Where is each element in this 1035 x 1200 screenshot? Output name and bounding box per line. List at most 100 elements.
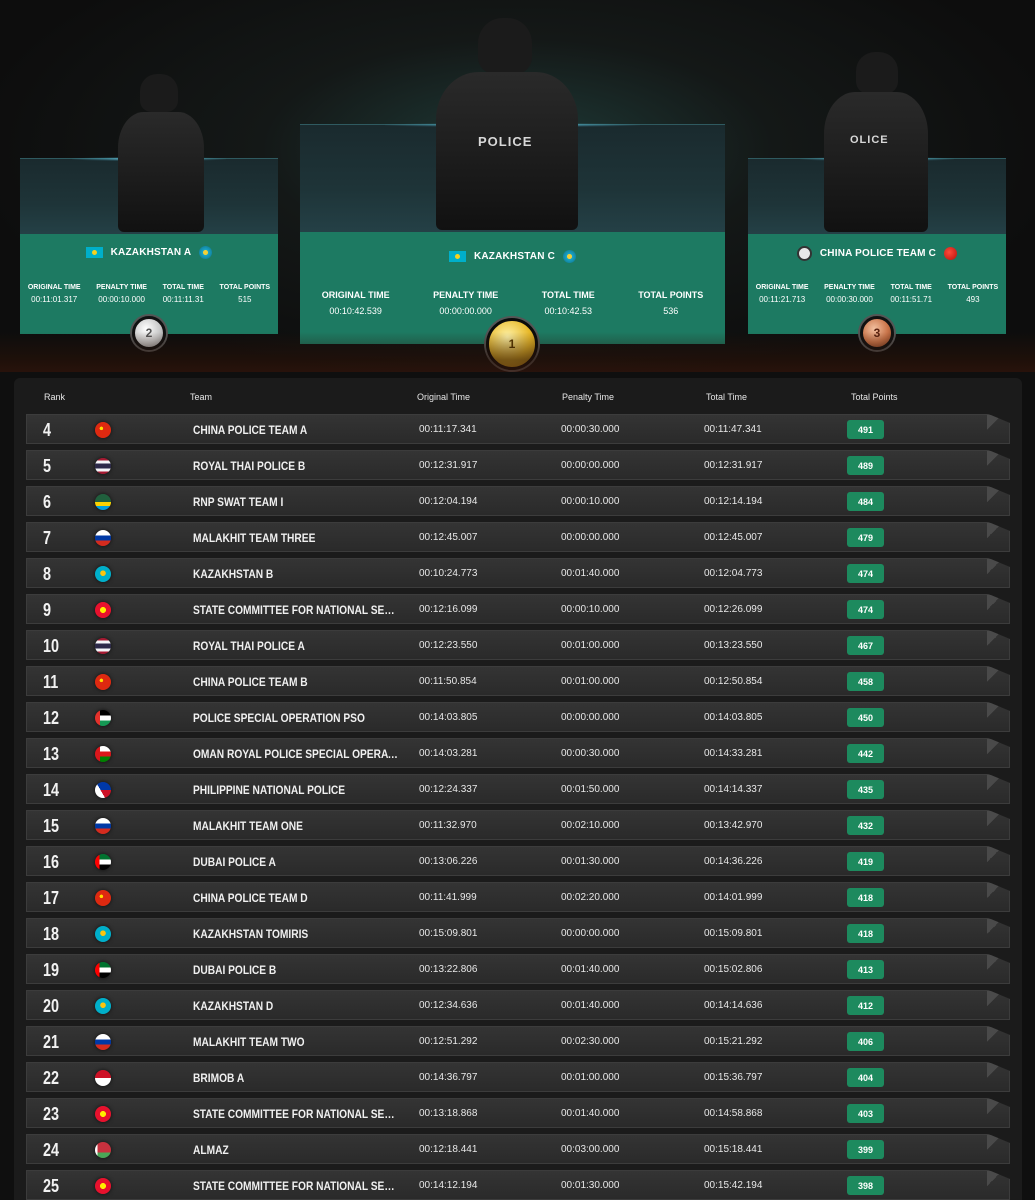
team-name: RNP SWAT TEAM I [193,495,284,509]
points-badge: 435 [847,780,884,799]
table-row[interactable]: 19 DUBAI POLICE B 00:13:22.806 00:01:40.000… [26,954,1010,984]
total-points-value: 515 [238,295,252,304]
original-time: 00:10:24.773 [419,568,478,579]
table-row[interactable]: 5 ROYAL THAI POLICE B 00:12:31.917 00:00:00… [26,450,1010,480]
points-badge: 413 [847,960,884,979]
points-badge: 474 [847,600,884,619]
rank-number: 23 [43,1104,60,1124]
table-row[interactable]: 16 DUBAI POLICE A 00:13:06.226 00:01:30.000… [26,846,1010,876]
podium-card-second[interactable]: KAZAKHSTAN A ORIGINAL TIME 00:11:01.317 P… [20,60,278,350]
podium-card-first[interactable]: POLICE KAZAKHSTAN C ORIGINAL TIME 00:10:4… [300,14,725,370]
podium-card-third[interactable]: OLICE CHINA POLICE TEAM C ORIGINAL TIME 0… [748,48,1006,350]
table-row[interactable]: 23 STATE COMMITTEE FOR NATIONAL SECURITY … [26,1098,1010,1128]
rank-number: 8 [43,564,52,584]
original-time: 00:15:09.801 [419,928,478,939]
penalty-time-value: 00:00:10.000 [98,295,145,304]
original-time: 00:14:36.797 [419,1072,478,1083]
original-time-value: 00:11:21.713 [759,295,806,304]
total-points-header[interactable]: Total Points [851,392,898,402]
table-row[interactable]: 6 RNP SWAT TEAM I 00:12:04.194 00:00:10.000… [26,486,1010,516]
penalty-time: 00:01:40.000 [561,1108,620,1119]
original-time: 00:13:22.806 [419,964,478,975]
penalty-time: 00:02:20.000 [561,892,620,903]
table-row[interactable]: 21 MALAKHIT TEAM TWO 00:12:51.292 00:02:30.… [26,1026,1010,1056]
points-badge: 450 [847,708,884,727]
total-time: 00:14:33.281 [704,748,763,759]
kyrgyzstan-flag-icon [95,1106,111,1122]
uae-flag-icon [95,962,111,978]
total-time-label: TOTAL TIME [541,290,595,300]
table-row[interactable]: 8 KAZAKHSTAN B 00:10:24.773 00:01:40.000 00:… [26,558,1010,588]
team-name: DUBAI POLICE A [193,855,276,869]
team-name: ROYAL THAI POLICE A [193,639,305,653]
table-row[interactable]: 24 ALMAZ 00:12:18.441 00:03:00.000 00:15:18.… [26,1134,1010,1164]
rank-number: 17 [43,888,60,908]
points-badge: 418 [847,924,884,943]
rank-number: 9 [43,600,52,620]
china-flag-icon [95,890,111,906]
total-time: 00:12:50.854 [704,676,763,687]
rank-header[interactable]: Rank [44,392,65,402]
penalty-time: 00:01:00.000 [561,640,620,651]
table-row[interactable]: 7 MALAKHIT TEAM THREE 00:12:45.007 00:00:00… [26,522,1010,552]
points-badge: 491 [847,420,884,439]
team-name: DUBAI POLICE B [193,963,277,977]
kazakhstan-flag-icon [95,998,111,1014]
original-time: 00:12:24.337 [419,784,478,795]
team-name: MALAKHIT TEAM TWO [193,1035,305,1049]
original-time: 00:11:32.970 [419,820,477,831]
original-time: 00:12:31.917 [419,460,478,471]
table-row[interactable]: 25 STATE COMMITTEE FOR NATIONAL SECURITY … [26,1170,1010,1200]
rank-number: 18 [43,924,60,944]
rank-number: 22 [43,1068,60,1088]
penalty-time: 00:01:40.000 [561,964,620,975]
team-name: CHINA POLICE TEAM D [193,891,308,905]
china-emblem-icon [944,247,958,260]
original-time: 00:12:23.550 [419,640,478,651]
original-time-value: 00:10:42.539 [329,306,382,316]
table-row[interactable]: 18 KAZAKHSTAN TOMIRIS 00:15:09.801 00:00:00… [26,918,1010,948]
table-row[interactable]: 15 MALAKHIT TEAM ONE 00:11:32.970 00:02:10.… [26,810,1010,840]
total-time: 00:12:14.194 [704,496,763,507]
table-row[interactable]: 4 CHINA POLICE TEAM A 00:11:17.341 00:00:30… [26,414,1010,444]
table-row[interactable]: 20 KAZAKHSTAN D 00:12:34.636 00:01:40.000 00… [26,990,1010,1020]
rank-number: 19 [43,960,60,980]
total-time: 00:14:14.636 [704,1000,763,1011]
total-time: 00:15:42.194 [704,1180,763,1191]
original-time: 00:14:03.281 [419,748,478,759]
bronze-medal-icon: 3 [860,316,894,350]
kazakhstan-flag-icon [95,926,111,942]
russia-flag-icon [95,1034,111,1050]
points-badge: 419 [847,852,884,871]
team-name: PHILIPPINE NATIONAL POLICE [193,783,346,797]
total-points-label: TOTAL POINTS [219,284,271,291]
original-time-header[interactable]: Original Time [417,392,470,402]
table-row[interactable]: 9 STATE COMMITTEE FOR NATIONAL SECURITY O… [26,594,1010,624]
police-emblem-icon [796,246,812,261]
total-time: 00:12:04.773 [704,568,763,579]
table-row[interactable]: 10 ROYAL THAI POLICE A 00:12:23.550 00:01:0… [26,630,1010,660]
penalty-time: 00:00:10.000 [561,604,620,615]
penalty-time-header[interactable]: Penalty Time [562,392,614,402]
points-badge: 404 [847,1068,884,1087]
team-name: OMAN ROYAL POLICE SPECIAL OPERATIONS... [193,747,401,761]
table-row[interactable]: 14 PHILIPPINE NATIONAL POLICE 00:12:24.337… [26,774,1010,804]
points-badge: 418 [847,888,884,907]
penalty-time-label: PENALTY TIME [433,290,499,300]
total-time-header[interactable]: Total Time [706,392,747,402]
points-badge: 467 [847,636,884,655]
oman-flag-icon [95,746,111,762]
operator-figure [112,72,212,232]
table-row[interactable]: 13 OMAN ROYAL POLICE SPECIAL OPERATIONS..… [26,738,1010,768]
table-row[interactable]: 22 BRIMOB A 00:14:36.797 00:01:00.000 00:15:… [26,1062,1010,1092]
team-header[interactable]: Team [190,392,212,402]
table-row[interactable]: 11 CHINA POLICE TEAM B 00:11:50.854 00:01:0… [26,666,1010,696]
points-badge: 458 [847,672,884,691]
indonesia-flag-icon [95,1070,111,1086]
table-row[interactable]: 12 POLICE SPECIAL OPERATION PSO 00:14:03.8… [26,702,1010,732]
points-badge: 442 [847,744,884,763]
table-row[interactable]: 17 CHINA POLICE TEAM D 00:11:41.999 00:02:2… [26,882,1010,912]
kyrgyzstan-flag-icon [95,1178,111,1194]
rank-number: 21 [43,1032,60,1052]
original-time: 00:12:18.441 [419,1144,478,1155]
